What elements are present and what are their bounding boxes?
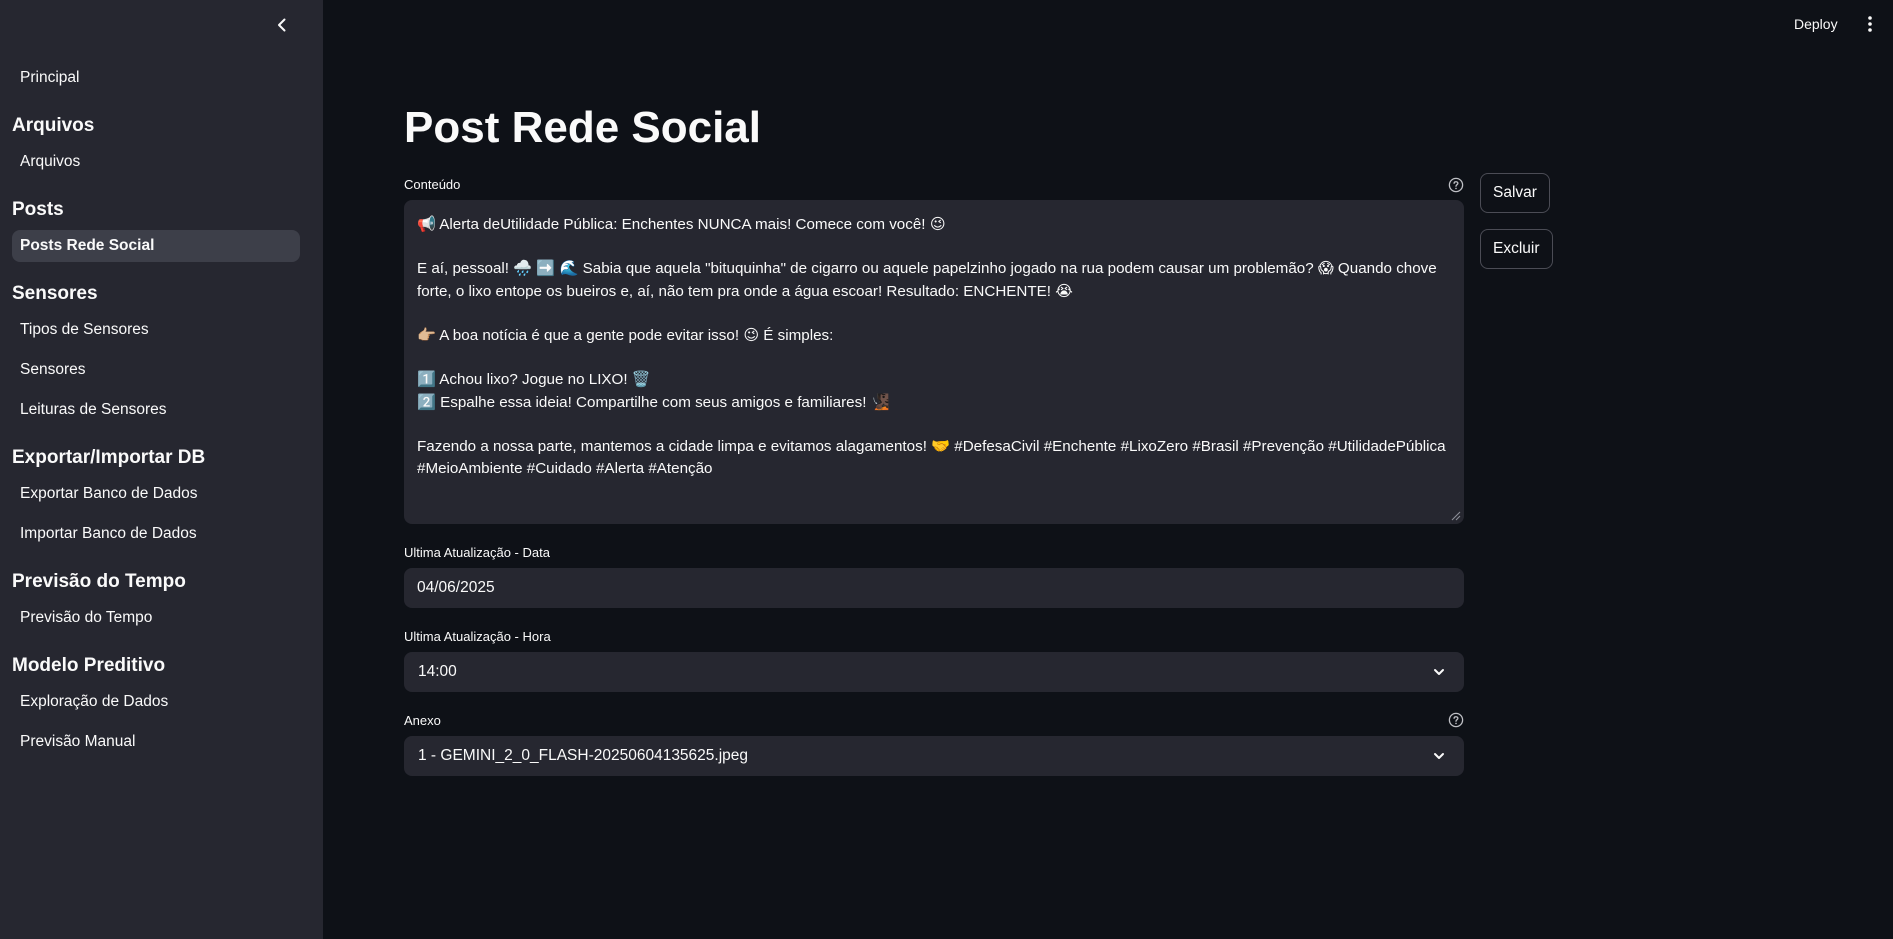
sidebar-item-exploracao-de-dados[interactable]: Exploração de Dados (12, 686, 300, 718)
delete-button[interactable]: Excluir (1480, 229, 1553, 269)
more-vertical-icon (1868, 16, 1872, 32)
question-circle-icon (1448, 177, 1464, 193)
app: Principal Arquivos Arquivos Posts Posts … (0, 0, 1893, 939)
sidebar-item-exportar-banco[interactable]: Exportar Banco de Dados (12, 478, 300, 510)
attachment-select[interactable]: 1 - GEMINI_2_0_FLASH-20250604135625.jpeg (404, 736, 1464, 776)
sidebar-item-previsao-do-tempo[interactable]: Previsão do Tempo (12, 602, 300, 634)
sidebar-group-title-modelo-preditivo: Modelo Preditivo (12, 655, 166, 676)
main-menu-button[interactable] (1862, 12, 1878, 36)
sidebar-item-importar-banco[interactable]: Importar Banco de Dados (12, 518, 300, 550)
attachment-select-value: 1 - GEMINI_2_0_FLASH-20250604135625.jpeg (418, 747, 749, 764)
sidebar-item-leituras-de-sensores[interactable]: Leituras de Sensores (12, 394, 300, 426)
sidebar-group-title-arquivos: Arquivos (12, 115, 95, 136)
question-circle-icon (1448, 712, 1464, 728)
sidebar-item-posts-rede-social[interactable]: Posts Rede Social (12, 230, 300, 262)
sidebar-item-tipos-de-sensores[interactable]: Tipos de Sensores (12, 314, 300, 346)
deploy-button[interactable]: Deploy (1790, 12, 1842, 36)
chevron-down-icon (1434, 753, 1444, 759)
sidebar-nav: Principal Arquivos Arquivos Posts Posts … (12, 62, 300, 766)
content-textarea[interactable]: 📢 Alerta deUtilidade Pública: Enchentes … (404, 200, 1464, 524)
sidebar-item-previsao-manual[interactable]: Previsão Manual (12, 726, 300, 758)
sidebar-group-title-previsao-do-tempo: Previsão do Tempo (12, 571, 186, 592)
sidebar-group-title-exportar-importar: Exportar/Importar DB (12, 447, 206, 468)
sidebar-group-title-posts: Posts (12, 199, 64, 220)
resize-grip-icon[interactable] (1449, 509, 1461, 521)
chevron-down-icon (1434, 669, 1444, 675)
time-label: Ultima Atualização - Hora (404, 629, 551, 644)
save-button[interactable]: Salvar (1480, 173, 1550, 213)
attachment-help-icon[interactable] (1448, 712, 1464, 728)
sidebar-item-arquivos[interactable]: Arquivos (12, 146, 300, 178)
attachment-label: Anexo (404, 713, 441, 728)
date-input[interactable]: 04/06/2025 (404, 568, 1464, 608)
sidebar-item-sensores[interactable]: Sensores (12, 354, 300, 386)
collapse-sidebar-button[interactable] (270, 12, 294, 38)
page-title: Post Rede Social (404, 103, 762, 152)
chevron-left-icon (278, 18, 286, 32)
content-label: Conteúdo (404, 177, 461, 192)
content-help-icon[interactable] (1448, 177, 1464, 193)
sidebar-group-title-sensores: Sensores (12, 283, 98, 304)
sidebar: Principal Arquivos Arquivos Posts Posts … (0, 0, 323, 939)
time-select[interactable]: 14:00 (404, 652, 1464, 692)
sidebar-item-principal[interactable]: Principal (12, 62, 300, 94)
date-label: Ultima Atualização - Data (404, 545, 550, 560)
time-select-value: 14:00 (418, 663, 457, 680)
